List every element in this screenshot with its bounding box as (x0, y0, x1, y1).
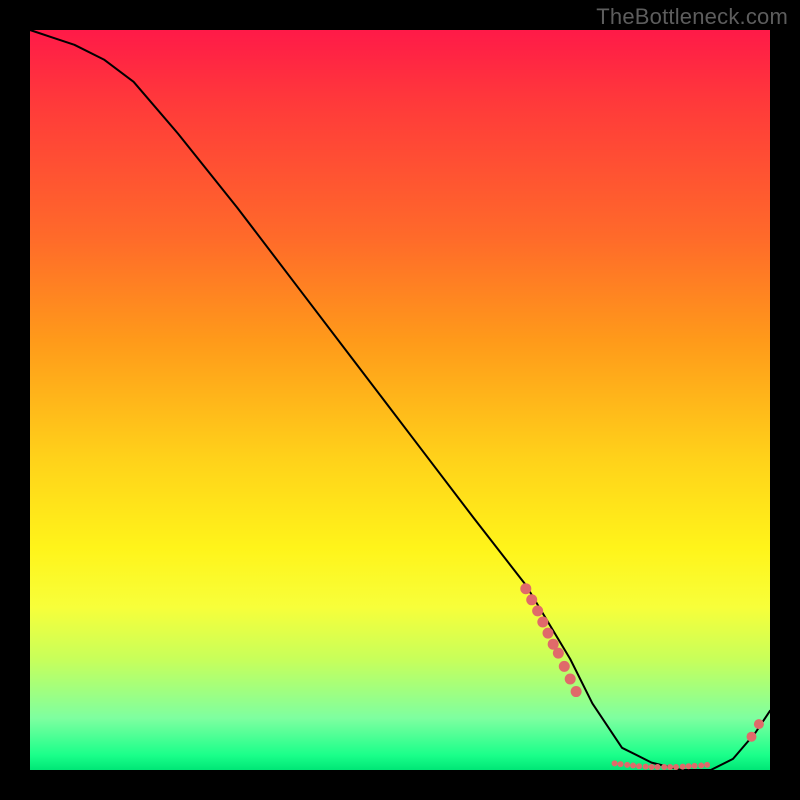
data-point (692, 763, 698, 769)
data-point (655, 764, 661, 770)
data-point (698, 763, 704, 769)
data-point (636, 763, 642, 769)
watermark-text: TheBottleneck.com (596, 4, 788, 30)
data-point (661, 764, 667, 770)
data-point (649, 764, 655, 770)
data-point (618, 761, 624, 767)
data-point (754, 719, 764, 729)
data-point (537, 617, 548, 628)
data-point (680, 764, 686, 770)
data-point (704, 762, 710, 768)
data-point (559, 661, 570, 672)
bottleneck-curve (30, 30, 770, 770)
data-point (543, 628, 554, 639)
scatter-dots (520, 583, 764, 770)
data-point (571, 686, 582, 697)
chart-frame: TheBottleneck.com (0, 0, 800, 800)
data-point (532, 605, 543, 616)
data-point (643, 764, 649, 770)
data-point (630, 763, 636, 769)
data-point (553, 648, 564, 659)
data-point (565, 673, 576, 684)
data-point (667, 764, 673, 770)
chart-overlay-svg (30, 30, 770, 770)
data-point (520, 583, 531, 594)
data-point (612, 760, 618, 766)
data-point (624, 762, 630, 768)
data-point (526, 594, 537, 605)
data-point (673, 764, 679, 770)
data-point (686, 763, 692, 769)
data-point (747, 732, 757, 742)
